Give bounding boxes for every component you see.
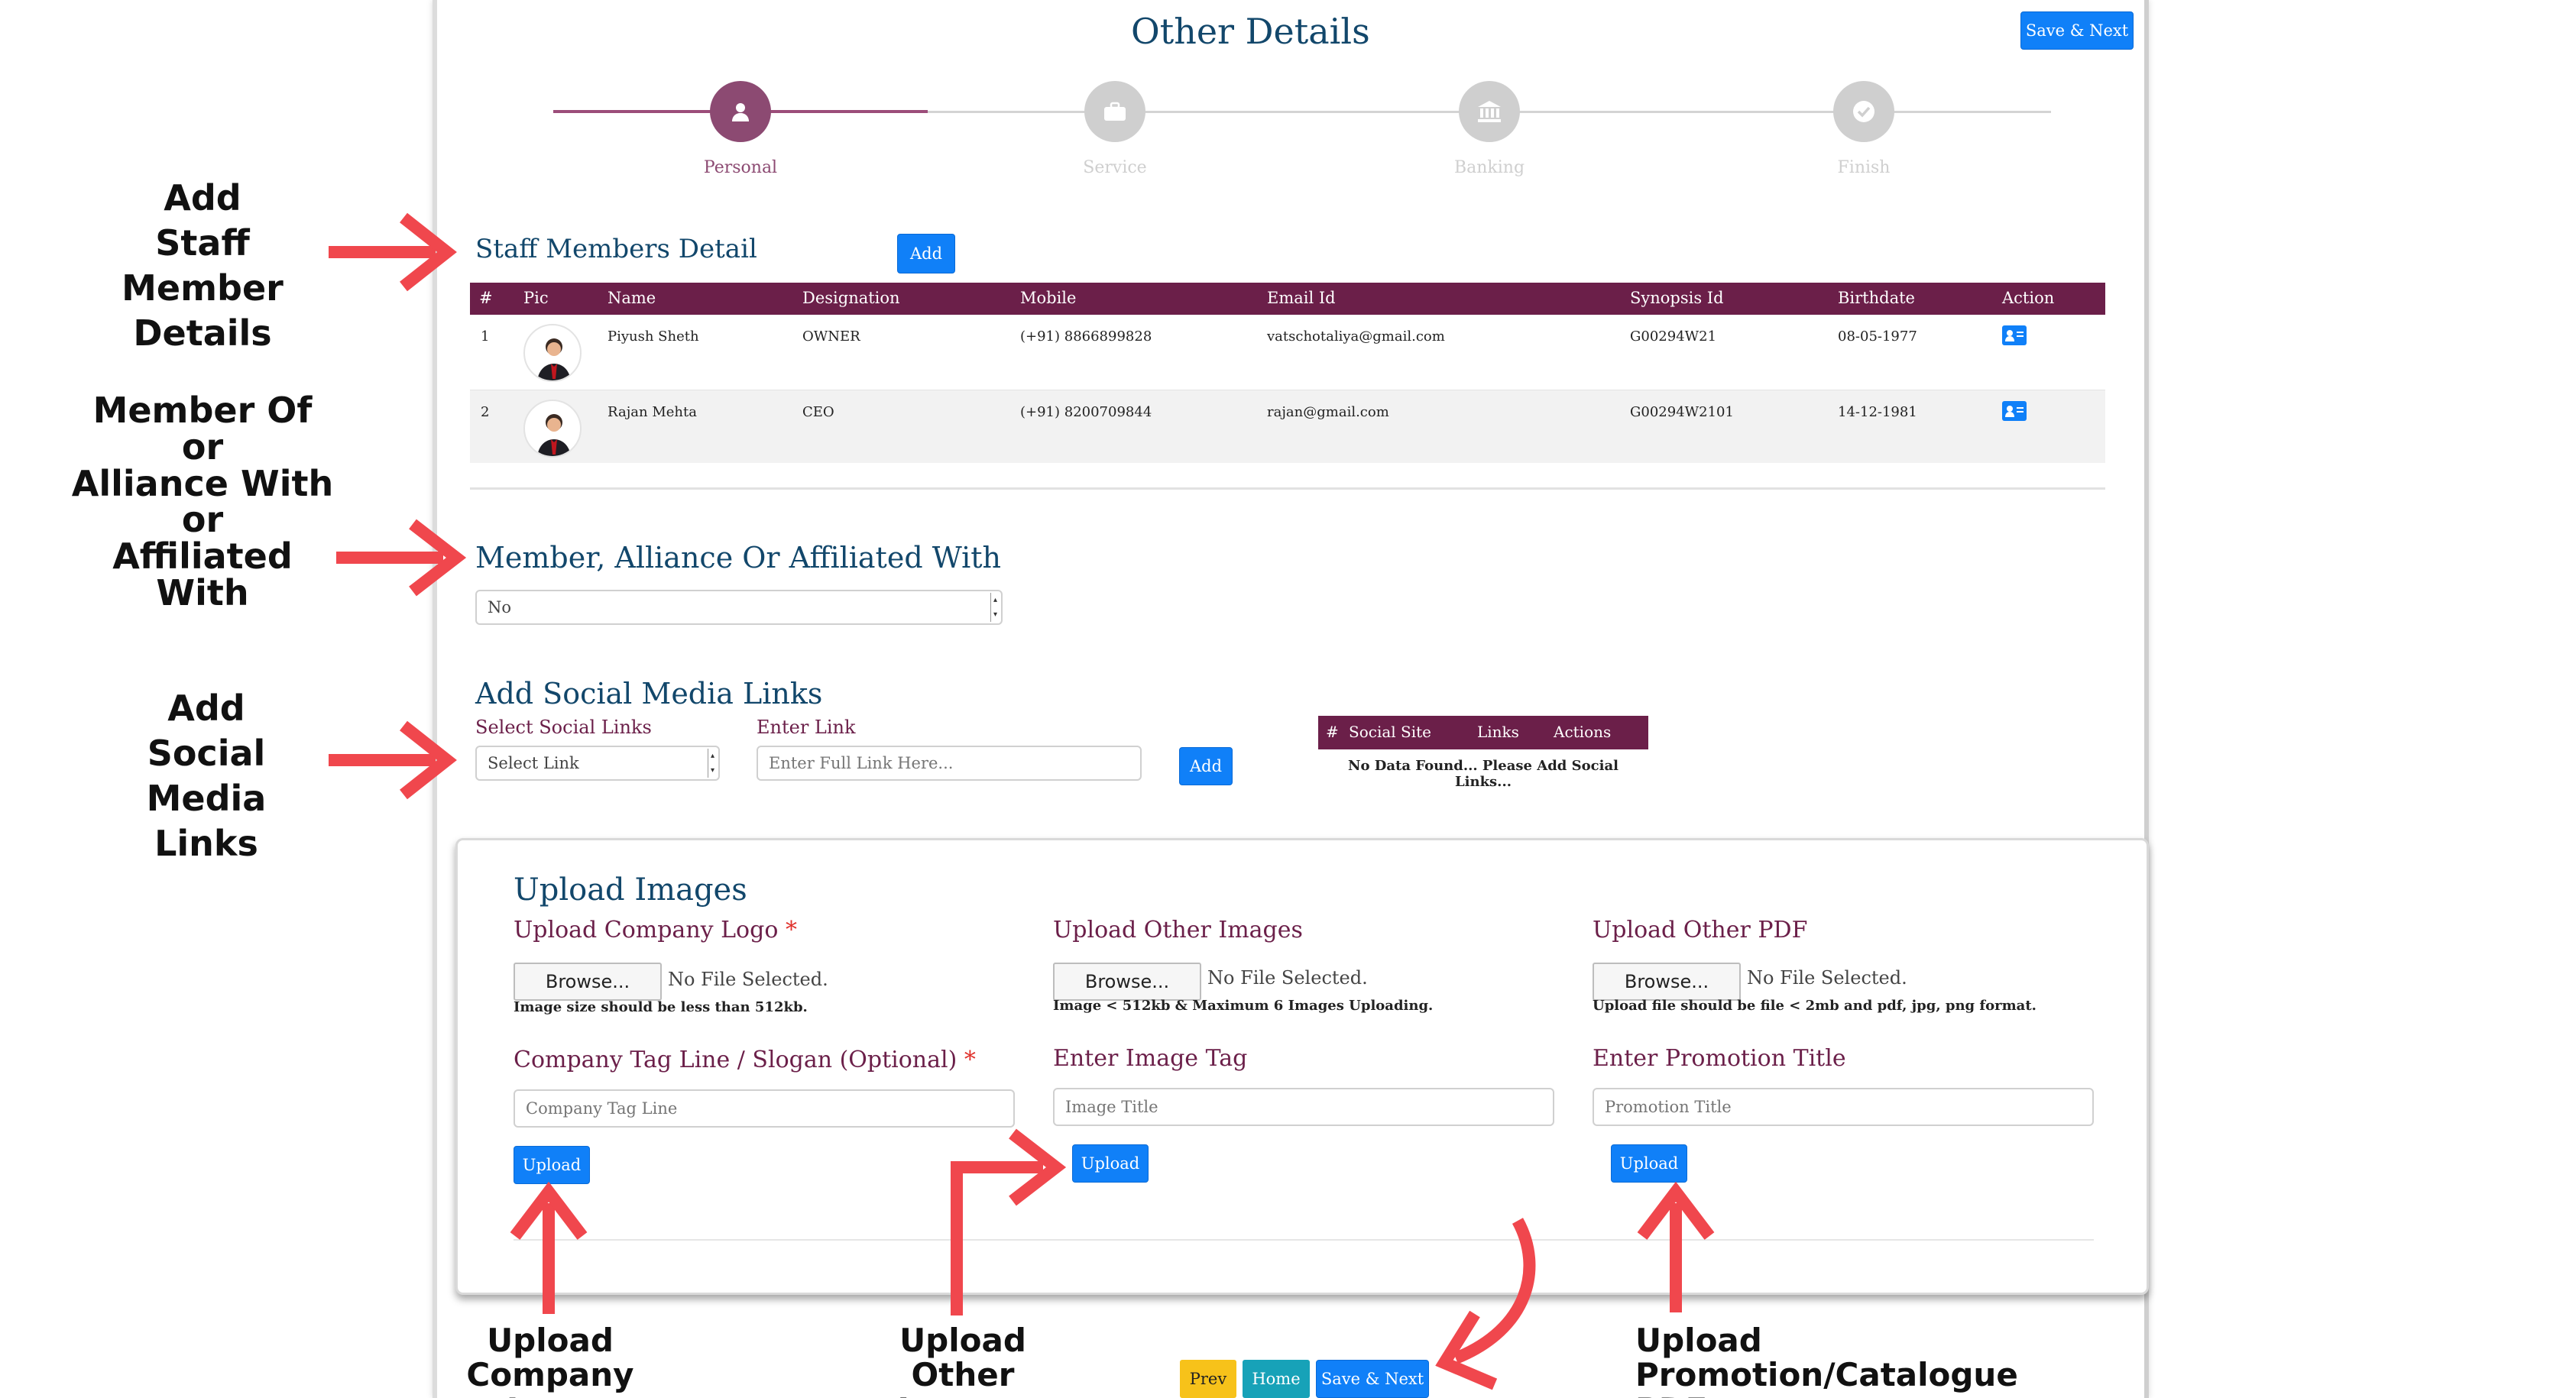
arrow-to-staff-icon (329, 212, 457, 292)
arrow-to-logo-upload-icon (510, 1181, 588, 1314)
arrow-to-social-icon (329, 720, 457, 800)
arrow-to-member-icon (336, 519, 467, 597)
arrow-to-other-images-upload-icon (951, 1128, 1067, 1315)
arrow-to-save-next-icon (1435, 1218, 1536, 1390)
annotation-arrows (329, 212, 1715, 1390)
arrow-to-pdf-upload-icon (1637, 1181, 1715, 1312)
